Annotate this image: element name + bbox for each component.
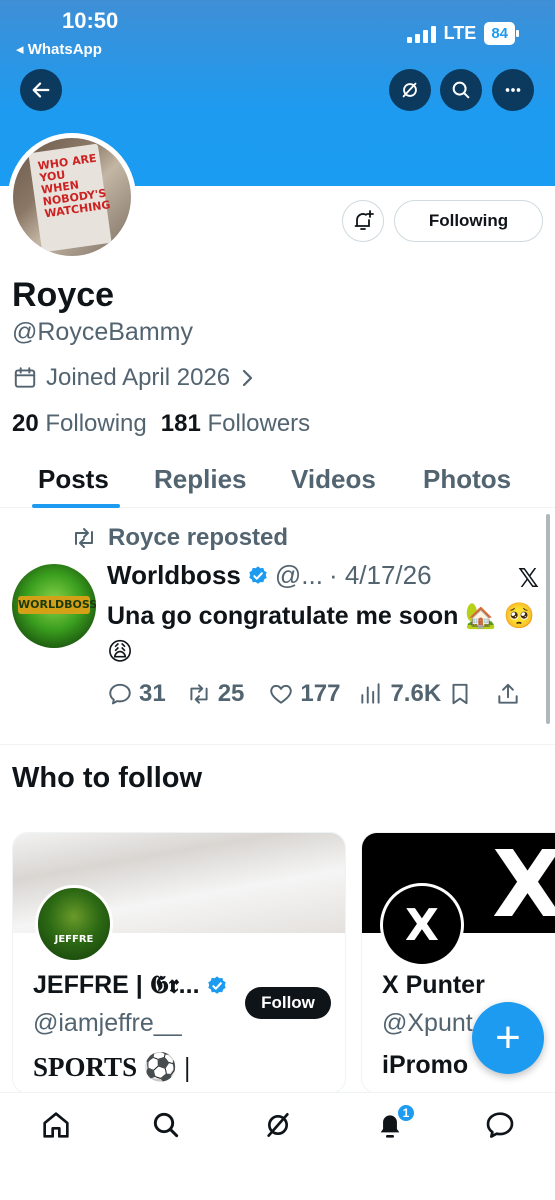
bottom-navigation: 1 [0,1092,555,1200]
profile-handle: @RoyceBammy [12,318,193,346]
verified-badge-icon [207,975,226,994]
post-header: Worldboss @... · 4/17/26 [107,560,432,591]
grok-button[interactable] [389,69,431,111]
following-label: Following [45,410,147,437]
repost-label: Royce reposted [108,524,289,551]
back-to-app-link[interactable]: ◂ WhatsApp [16,40,102,58]
chevron-right-icon [243,369,253,387]
following-button[interactable]: Following [394,200,543,242]
suggested-user-card[interactable]: JEFFRE JEFFRE | 𝕲𝖗... @iamjeffre__ SPORT… [12,832,346,1094]
post-actions: 31 25 177 7.6K [107,680,547,708]
avatar-image: WHO ARE YOU WHEN NOBODY'S WATCHING [13,138,131,256]
x-logo-icon: 𝕏 [518,564,539,594]
nav-grok-button[interactable] [262,1109,294,1141]
search-icon [153,1112,179,1138]
tab-posts[interactable]: Posts [38,464,109,495]
post-text: Una go congratulate me soon 🏡 🥺 😩 [107,602,535,666]
grok-icon [267,1113,289,1137]
grok-icon [402,82,417,98]
follow-button[interactable]: Follow [245,987,331,1019]
reply-count: 31 [139,680,166,707]
tab-videos[interactable]: Videos [291,464,376,495]
card-avatar: JEFFRE [35,885,113,963]
profile-name: Royce [12,276,115,314]
card-name-text: JEFFRE | 𝕲𝖗... [33,971,200,999]
card-avatar-label: X [405,899,439,951]
card-user-name: X Punter [382,971,485,999]
post-date: · 4/17/26 [328,560,432,590]
joined-date[interactable]: Joined April 2026 [12,364,256,392]
bell-plus-icon [354,210,374,230]
follow-counts: 20 Following 181 Followers [12,410,310,438]
section-divider [0,744,555,745]
repost-icon [75,528,93,548]
reply-icon [109,683,131,705]
following-link[interactable]: 20 Following [12,410,147,438]
views-button[interactable]: 7.6K [358,680,441,708]
heart-icon [270,684,293,704]
bookmark-button[interactable] [447,681,473,707]
avatar-text: WHO ARE YOU WHEN NOBODY'S WATCHING [37,151,112,221]
home-icon [43,1112,69,1138]
back-button[interactable] [20,69,62,111]
views-chart-icon [361,683,381,704]
notifications-toggle-button[interactable] [342,200,384,242]
card-avatar: X [380,883,464,967]
followers-count: 181 [160,410,201,437]
share-button[interactable] [495,681,521,707]
card-user-handle: @Xpunt [382,1009,473,1037]
compose-post-button[interactable]: + [472,1002,544,1074]
scrollbar[interactable] [546,514,550,724]
post-author-name[interactable]: Worldboss [107,560,241,591]
signal-icon [406,25,436,43]
followers-label: Followers [207,410,311,437]
search-button[interactable] [440,69,482,111]
repost-button[interactable]: 25 [186,680,245,708]
repost-indicator: Royce reposted [70,524,288,552]
verified-badge-icon [249,565,267,584]
following-count: 20 [12,410,39,437]
reply-button[interactable]: 31 [107,680,166,708]
followers-link[interactable]: 181 Followers [161,410,310,438]
share-icon [498,683,518,704]
card-user-name: JEFFRE | 𝕲𝖗... [33,971,228,1000]
arrow-left-icon [32,82,50,98]
network-label: LTE [443,23,477,43]
chat-bubble-icon [486,1112,514,1138]
card-avatar-label: JEFFRE [54,934,94,945]
joined-label: Joined April 2026 [46,364,231,391]
repost-icon [190,684,208,704]
post-author-handle: @... [274,560,323,590]
card-user-bio: iPromo [382,1051,469,1079]
who-to-follow-title: Who to follow [12,762,203,794]
x-logo-icon: X [492,835,555,935]
status-time: 10:50 [62,8,119,33]
more-button[interactable] [492,69,534,111]
post-author-avatar[interactable]: WORLDBOSS [12,564,96,648]
nav-search-button[interactable] [150,1109,182,1141]
like-button[interactable]: 177 [268,680,340,708]
tab-photos[interactable]: Photos [423,464,511,495]
nav-messages-button[interactable] [484,1109,516,1141]
profile-avatar[interactable]: WHO ARE YOU WHEN NOBODY'S WATCHING [8,133,136,261]
card-user-handle: @iamjeffre__ [33,1009,182,1037]
notification-badge: 1 [396,1103,416,1123]
status-indicators: LTE 84 [406,22,519,45]
more-dots-icon [505,88,521,92]
views-count: 7.6K [390,680,442,707]
calendar-icon [14,367,36,388]
nav-home-button[interactable] [40,1109,72,1141]
profile-tabs: Posts Replies Videos Photos [0,456,555,508]
like-count: 177 [300,680,341,707]
active-tab-indicator [32,504,120,508]
bookmark-icon [452,683,468,705]
card-user-bio: SPORTS ⚽ | [33,1052,191,1082]
post-avatar-label: WORLDBOSS [18,596,96,614]
tab-replies[interactable]: Replies [154,464,247,495]
battery-icon: 84 [484,22,519,45]
search-icon [452,81,470,99]
repost-count: 25 [217,680,245,707]
